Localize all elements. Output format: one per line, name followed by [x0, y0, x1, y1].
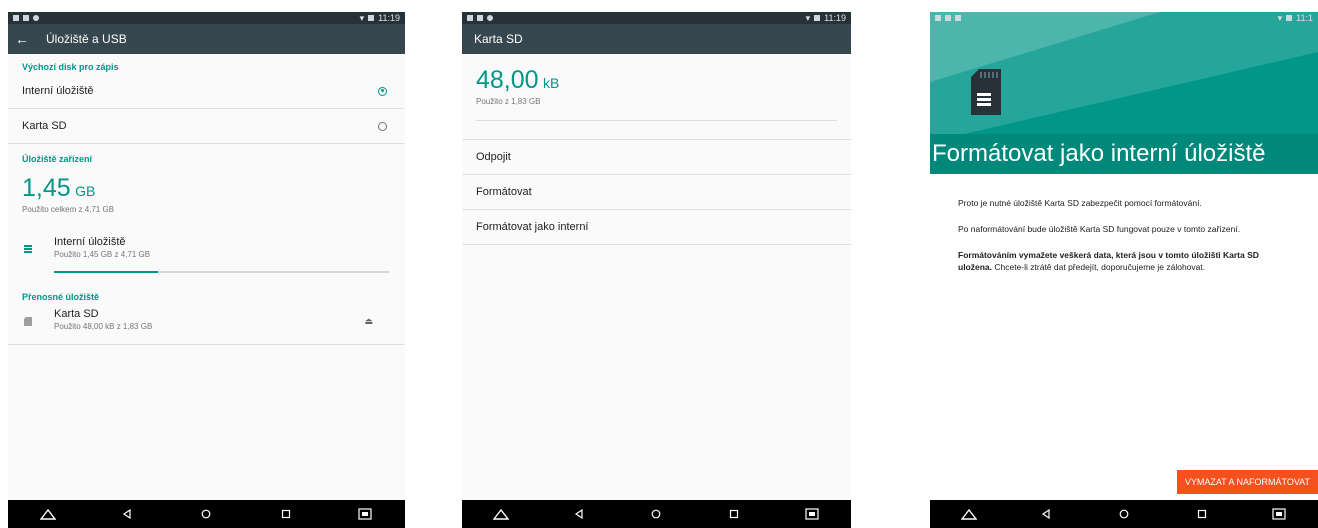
used-subtitle: Použito z 1,83 GB	[476, 97, 541, 106]
storage-icon	[24, 245, 32, 253]
notification-icon	[955, 15, 961, 21]
device-storage-header: Úložiště zařízení	[22, 154, 93, 164]
page-title: Karta SD	[474, 32, 523, 46]
screenshot-icon[interactable]	[1269, 504, 1289, 524]
option-sd-card[interactable]: Karta SD	[8, 109, 405, 144]
sd-usage: 48,00 kB Použito z 1,83 GB	[462, 66, 851, 106]
usage-progress-bar	[54, 271, 389, 273]
recents-icon[interactable]	[724, 504, 744, 524]
menu-item-unmount[interactable]: Odpojit	[462, 140, 851, 175]
storage-usb-screen: ▾ 11:19 ← Úložiště a USB Výchozí disk pro…	[8, 12, 405, 528]
hero-header: ▾ 11:1 Formátovat jako interní úložiště	[930, 12, 1318, 174]
notification-icon	[935, 15, 941, 21]
wifi-icon: ▾	[1277, 13, 1283, 23]
navigation-bar	[930, 500, 1318, 528]
sd-card-item[interactable]: Karta SD Použito 48,00 kB z 1,83 GB ⏏	[8, 304, 405, 345]
notification-icon	[477, 15, 483, 21]
sd-card-icon	[24, 317, 32, 326]
paragraph-3: Formátováním vymažete veškerá data, kter…	[930, 249, 1318, 273]
default-disk-header: Výchozí disk pro zápis	[22, 62, 119, 72]
sd-card-icon	[971, 69, 1001, 115]
paragraph-2: Po naformátování bude úložiště Karta SD …	[958, 224, 1241, 234]
circle-home-icon[interactable]	[646, 504, 666, 524]
battery-icon	[1286, 15, 1293, 21]
battery-icon	[814, 15, 821, 21]
screenshot-icon[interactable]	[355, 504, 375, 524]
navigation-bar	[8, 500, 405, 528]
volume-name: Karta SD	[54, 308, 99, 320]
back-icon[interactable]	[117, 504, 137, 524]
paragraph-1: Proto je nutné úložiště Karta SD zabezpe…	[958, 198, 1202, 208]
battery-icon	[368, 15, 375, 21]
format-internal-screen: ▾ 11:1 Formátovat jako interní úložiště P…	[930, 12, 1318, 528]
recents-icon[interactable]	[276, 504, 296, 524]
circle-home-icon[interactable]	[196, 504, 216, 524]
notification-icon	[487, 15, 493, 21]
toolbar: Karta SD	[462, 24, 851, 54]
internal-storage-item[interactable]: Interní úložiště Použito 1,45 GB z 4,71 …	[8, 232, 405, 280]
page-title: Úložiště a USB	[46, 32, 127, 46]
radio-selected-icon[interactable]	[378, 86, 387, 96]
notification-icon	[33, 15, 39, 21]
status-time: 11:19	[378, 13, 400, 23]
sd-card-screen: ▾ 11:19 Karta SD 48,00 kB Použito z 1,83 …	[462, 12, 851, 528]
navigation-bar	[462, 500, 851, 528]
status-time: 11:1	[1296, 13, 1313, 23]
notification-icon	[13, 15, 19, 21]
warning-rest: Chcete-li ztrátě dat předejít, doporučuj…	[992, 262, 1206, 272]
total-unit: GB	[75, 183, 96, 199]
portable-storage-header: Přenosné úložiště	[22, 292, 100, 302]
volume-name: Interní úložiště	[54, 236, 126, 248]
wifi-icon: ▾	[805, 13, 811, 23]
home-icon[interactable]	[491, 504, 511, 524]
total-usage: 1,45 GB Použito celkem z 4,71 GB	[8, 174, 405, 214]
recents-icon[interactable]	[1192, 504, 1212, 524]
eject-icon[interactable]: ⏏	[364, 316, 373, 327]
wifi-icon: ▾	[359, 13, 365, 23]
notification-icon	[23, 15, 29, 21]
home-icon[interactable]	[959, 504, 979, 524]
notification-icon	[467, 15, 473, 21]
circle-home-icon[interactable]	[1114, 504, 1134, 524]
divider	[476, 120, 837, 121]
back-icon[interactable]	[569, 504, 589, 524]
option-label: Interní úložiště	[22, 85, 94, 97]
menu-item-format-internal[interactable]: Formátovat jako interní	[462, 210, 851, 245]
screenshot-icon[interactable]	[802, 504, 822, 524]
status-bar: ▾ 11:19	[462, 12, 851, 24]
format-heading: Formátovat jako interní úložiště	[930, 134, 1318, 174]
status-time: 11:19	[824, 13, 846, 23]
back-icon[interactable]	[1036, 504, 1056, 524]
total-subtitle: Použito celkem z 4,71 GB	[22, 205, 115, 214]
usage-progress-fill	[54, 271, 158, 273]
used-unit: kB	[543, 75, 560, 91]
status-bar: ▾ 11:1	[930, 12, 1318, 24]
menu-item-format[interactable]: Formátovat	[462, 175, 851, 210]
toolbar: ← Úložiště a USB	[8, 24, 405, 54]
volume-detail: Použito 48,00 kB z 1,83 GB	[54, 322, 153, 331]
option-internal-storage[interactable]: Interní úložiště	[8, 74, 405, 109]
notification-icon	[945, 15, 951, 21]
status-bar: ▾ 11:19	[8, 12, 405, 24]
used-value: 48,00	[476, 66, 539, 94]
option-label: Karta SD	[22, 120, 67, 132]
erase-format-button[interactable]: VYMAZAT A NAFORMÁTOVAT	[1176, 470, 1318, 494]
volume-detail: Použito 1,45 GB z 4,71 GB	[54, 250, 151, 259]
total-value: 1,45	[22, 174, 71, 202]
home-icon[interactable]	[38, 504, 58, 524]
radio-icon[interactable]	[378, 121, 387, 131]
back-arrow-icon[interactable]: ←	[8, 31, 36, 47]
